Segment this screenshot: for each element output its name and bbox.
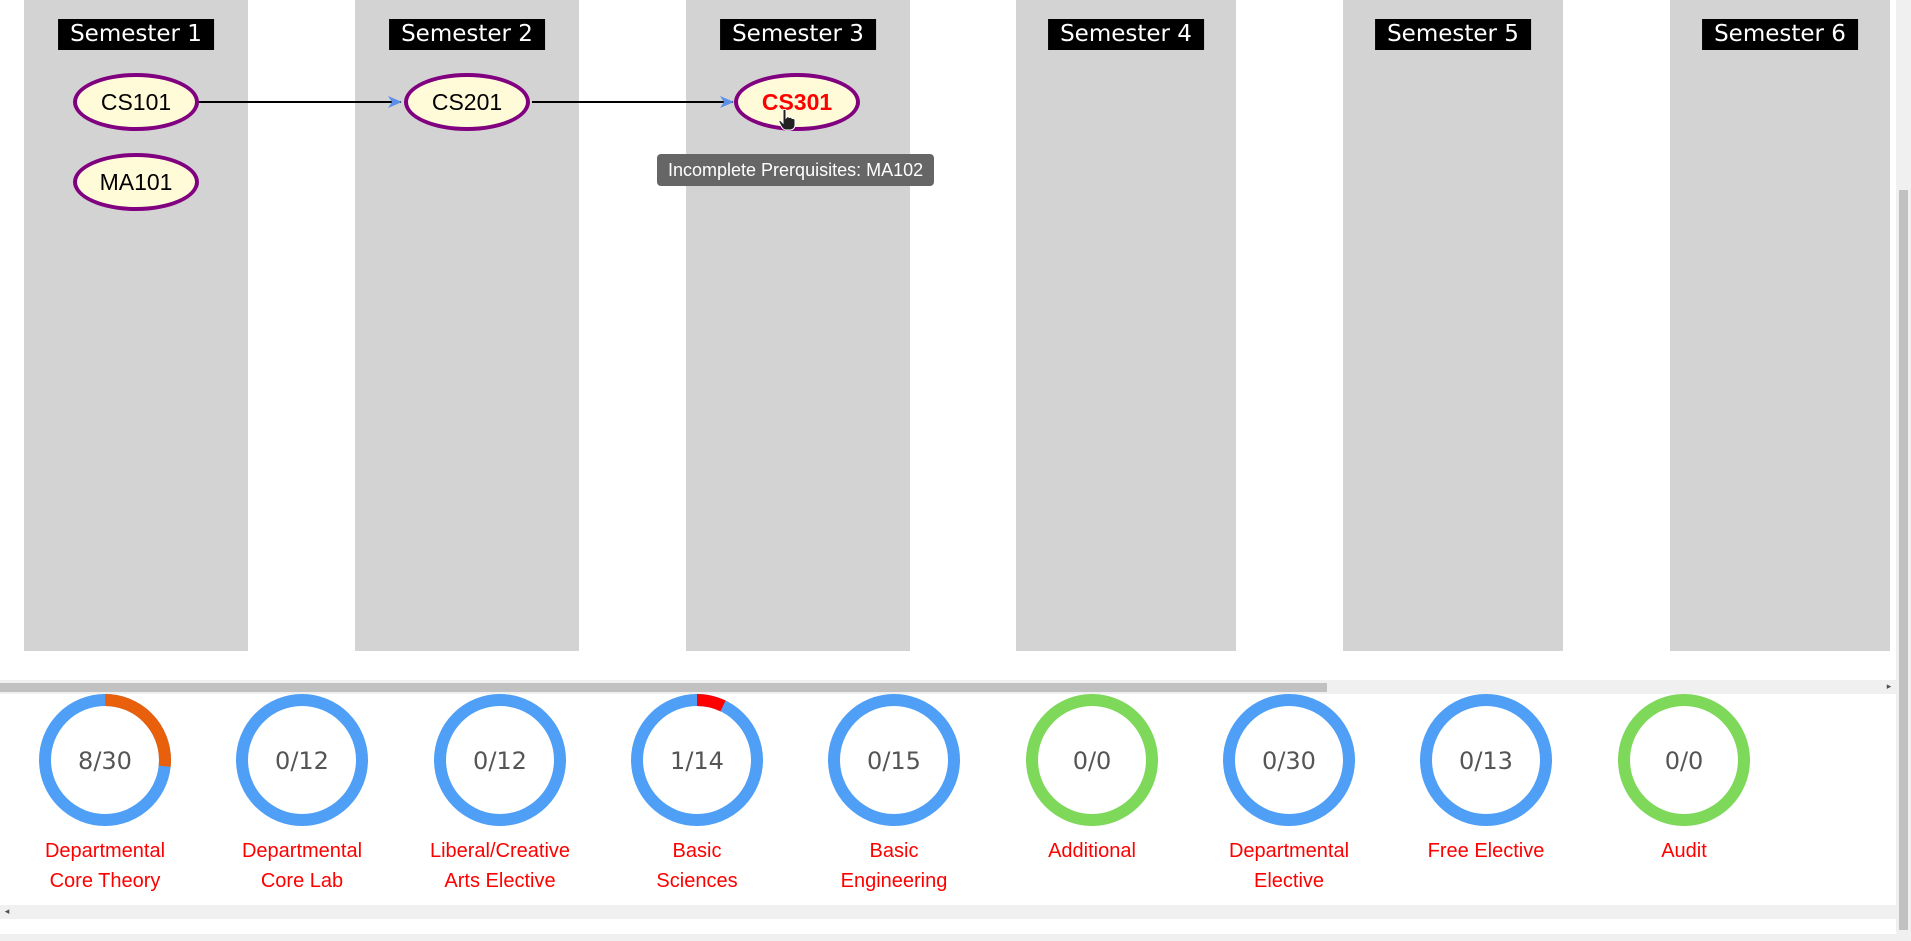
progress-horizontal-scrollbar[interactable]: ◂ xyxy=(0,905,1896,919)
category-label-line1: Liberal/Creative xyxy=(429,840,571,862)
progress-value: 0/13 xyxy=(1459,747,1513,775)
progress-value: 0/12 xyxy=(473,747,527,775)
progress-gauge: 0/13 Free Elective xyxy=(1386,690,1586,866)
progress-value: 1/14 xyxy=(670,747,724,775)
credit-progress-row: 8/30 Departmental Core Theory 0/12 Departmen… xyxy=(0,690,1896,910)
progress-category-label: Basic Sciences xyxy=(597,836,797,896)
semester-title: Semester 4 xyxy=(1048,19,1204,50)
progress-ring: 0/15 xyxy=(828,694,960,826)
progress-ring: 8/30 xyxy=(39,694,171,826)
progress-category-label: Additional xyxy=(992,836,1192,866)
progress-gauge: 0/12 Departmental Core Lab xyxy=(202,690,402,896)
progress-ring: 0/13 xyxy=(1420,694,1552,826)
progress-value: 0/15 xyxy=(867,747,921,775)
page-horizontal-scrollbar[interactable] xyxy=(0,934,1896,941)
category-label-line1: Departmental xyxy=(241,840,363,862)
progress-category-label: Free Elective xyxy=(1386,836,1586,866)
progress-gauge: 8/30 Departmental Core Theory xyxy=(5,690,205,896)
course-node-cs301[interactable]: CS301 xyxy=(734,73,860,131)
progress-category-label: Liberal/Creative Arts Elective xyxy=(400,836,600,896)
category-label-line1: Additional xyxy=(1048,840,1136,862)
semester-title: Semester 1 xyxy=(58,19,214,50)
progress-ring: 1/14 xyxy=(631,694,763,826)
progress-ring: 0/0 xyxy=(1026,694,1158,826)
semester-title: Semester 2 xyxy=(389,19,545,50)
progress-ring: 0/12 xyxy=(236,694,368,826)
progress-gauge: 0/0 Additional xyxy=(992,690,1192,866)
category-label-line1: Basic xyxy=(672,840,722,862)
progress-category-label: Audit xyxy=(1584,836,1784,866)
category-label-line2: Sciences xyxy=(656,870,738,892)
category-label-line2: Engineering xyxy=(840,870,948,892)
semester-planner: Semester 1 Semester 2 Semester 3 Semeste… xyxy=(0,0,1896,680)
course-node-cs201[interactable]: CS201 xyxy=(404,73,530,131)
progress-gauge: 0/30 Departmental Elective xyxy=(1189,690,1389,896)
incomplete-prerequisites-tooltip: Incomplete Prerquisites: MA102 xyxy=(657,154,935,186)
semester-title: Semester 5 xyxy=(1375,19,1531,50)
progress-category-label: Departmental Elective xyxy=(1189,836,1389,896)
scroll-left-icon[interactable]: ◂ xyxy=(0,905,14,919)
page-vertical-scrollbar[interactable] xyxy=(1896,0,1911,941)
hand-cursor-icon xyxy=(778,109,796,131)
progress-value: 0/0 xyxy=(1665,747,1704,775)
course-node-cs101[interactable]: CS101 xyxy=(73,73,199,131)
category-label-line1: Basic xyxy=(869,840,919,862)
semester-column-6[interactable]: Semester 6 xyxy=(1670,0,1890,651)
progress-value: 0/0 xyxy=(1073,747,1112,775)
progress-ring: 0/0 xyxy=(1618,694,1750,826)
semester-column-4[interactable]: Semester 4 xyxy=(1016,0,1236,651)
scrollbar-thumb[interactable] xyxy=(1899,190,1908,930)
progress-category-label: Departmental Core Theory xyxy=(5,836,205,896)
progress-category-label: Basic Engineering xyxy=(794,836,994,896)
category-label-line1: Free Elective xyxy=(1427,840,1545,862)
prerequisite-edges xyxy=(198,96,734,108)
category-label-line2: Core Lab xyxy=(260,870,344,892)
progress-gauge: 0/15 Basic Engineering xyxy=(794,690,994,896)
progress-value: 8/30 xyxy=(78,747,132,775)
category-label-line2: Core Theory xyxy=(49,870,161,892)
category-label-line2: Arts Elective xyxy=(444,870,556,892)
progress-gauge: 0/12 Liberal/Creative Arts Elective xyxy=(400,690,600,896)
semester-column-5[interactable]: Semester 5 xyxy=(1343,0,1563,651)
progress-ring: 0/12 xyxy=(434,694,566,826)
progress-gauge: 1/14 Basic Sciences xyxy=(597,690,797,896)
course-node-ma101[interactable]: MA101 xyxy=(73,153,199,211)
category-label-line1: Departmental xyxy=(44,840,166,862)
category-label-line1: Audit xyxy=(1661,840,1707,862)
progress-value: 0/12 xyxy=(275,747,329,775)
progress-category-label: Departmental Core Lab xyxy=(202,836,402,896)
progress-value: 0/30 xyxy=(1262,747,1316,775)
category-label-line2: Elective xyxy=(1253,870,1325,892)
progress-ring: 0/30 xyxy=(1223,694,1355,826)
progress-gauge: 0/0 Audit xyxy=(1584,690,1784,866)
semester-title: Semester 6 xyxy=(1702,19,1858,50)
category-label-line1: Departmental xyxy=(1228,840,1350,862)
semester-title: Semester 3 xyxy=(720,19,876,50)
